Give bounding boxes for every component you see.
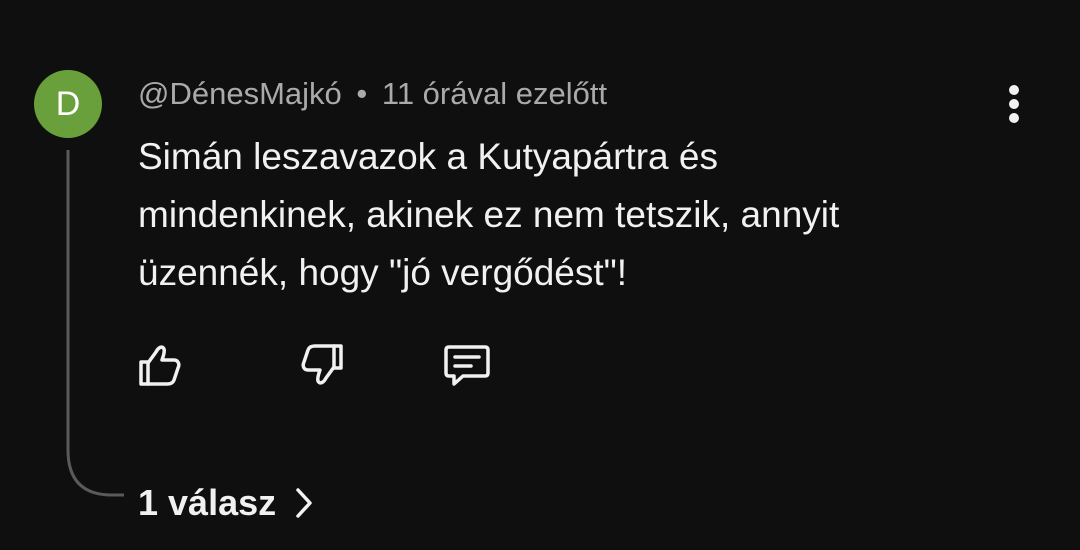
thumb-up-icon [139,345,181,386]
chevron-right-icon [296,488,312,518]
more-vert-icon [1009,85,1019,123]
comment-text: Simán leszavazok a Kutyapártra és minden… [138,128,958,302]
more-options-button[interactable] [992,82,1036,126]
avatar[interactable]: D [34,70,102,138]
reply-button[interactable] [440,338,494,392]
thread-connector-line [66,150,124,497]
thumb-down-icon [301,344,343,385]
replies-label: 1 válasz [138,482,277,523]
dislike-button[interactable] [296,338,350,392]
like-button[interactable] [132,338,186,392]
comment-timestamp: 11 órával ezelőtt [381,76,608,111]
avatar-letter: D [55,84,81,123]
meta-separator: • [356,76,368,111]
author-handle[interactable]: @DénesMajkó [138,76,342,111]
comment-text-line: üzennék, hogy "jó vergődést"! [138,252,628,293]
comment-text-line: Simán leszavazok a Kutyapártra és [138,136,718,177]
comment-header: @DénesMajkó • 11 órával ezelőtt [138,76,607,112]
comment-text-line: mindenkinek, akinek ez nem tetszik, anny… [138,194,840,235]
view-replies-button[interactable]: 1 válasz [138,478,314,528]
comment-icon [444,345,490,386]
comment-card: D @DénesMajkó • 11 órával ezelőtt Simán … [0,0,1080,550]
